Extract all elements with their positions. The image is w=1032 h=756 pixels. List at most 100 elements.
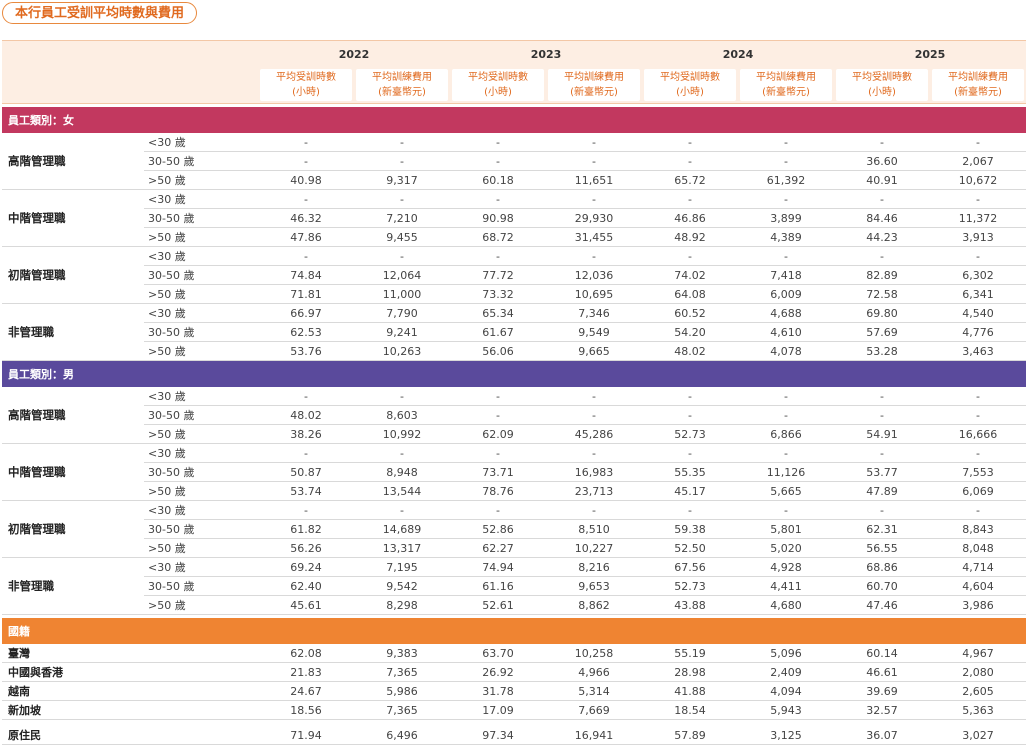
metric-unit-line: (小時)	[292, 87, 320, 98]
value-cell: -	[258, 443, 354, 463]
value-cell: 4,540	[930, 303, 1026, 323]
value-cell: -	[546, 246, 642, 266]
value-cell: 7,418	[738, 265, 834, 285]
value-cell: 23,713	[546, 481, 642, 501]
value-cell: -	[546, 189, 642, 209]
value-cell: -	[834, 405, 930, 425]
value-cell: 4,411	[738, 576, 834, 596]
avg-hours-header: 平均受訓時數 (小時)	[450, 67, 546, 104]
value-cell: 16,941	[546, 726, 642, 745]
value-cell: -	[354, 387, 450, 406]
value-cell: -	[546, 500, 642, 520]
value-cell: 6,341	[930, 284, 1026, 304]
value-cell: 46.61	[834, 662, 930, 682]
year-header: 2023	[450, 40, 642, 67]
group-name: 高階管理職	[2, 133, 144, 190]
value-cell: 62.53	[258, 322, 354, 342]
value-cell: 97.34	[450, 726, 546, 745]
value-cell: 7,365	[354, 662, 450, 682]
table-row: 非管理職 <30 歲 69.24 7,195 74.94 8,216 67.56 4,928 6…	[2, 557, 1026, 615]
metric-label: 平均受訓時數 (小時)	[836, 69, 928, 101]
value-cell: 2,080	[930, 662, 1026, 682]
value-cell: 53.76	[258, 341, 354, 361]
value-cell: 8,948	[354, 462, 450, 482]
age-band: <30 歲	[144, 443, 258, 463]
value-cell: 53.77	[834, 462, 930, 482]
value-cell: 5,665	[738, 481, 834, 501]
value-cell: -	[450, 387, 546, 406]
value-cell: 32.57	[834, 700, 930, 720]
value-cell: 47.46	[834, 595, 930, 615]
table-row: >50 歲 45.61 8,298 52.61 8,862 43.88 4,680 47.46…	[2, 595, 1026, 615]
value-cell: 50.87	[258, 462, 354, 482]
value-cell: -	[834, 443, 930, 463]
age-band: <30 歲	[144, 303, 258, 323]
age-band: 30-50 歲	[144, 405, 258, 425]
value-cell: 47.86	[258, 227, 354, 247]
value-cell: 9,455	[354, 227, 450, 247]
value-cell: 56.55	[834, 538, 930, 558]
value-cell: 3,027	[930, 726, 1026, 745]
value-cell: 45,286	[546, 424, 642, 444]
nationality-name: 中國與香港	[2, 662, 258, 682]
value-cell: 48.02	[258, 405, 354, 425]
value-cell: 63.70	[450, 644, 546, 663]
age-band: >50 歲	[144, 595, 258, 615]
table-row: >50 歲 56.26 13,317 62.27 10,227 52.50 5,020 56.…	[2, 538, 1026, 558]
table-row: 30-50 歲 - - - - - -36.60 2,067	[2, 151, 1026, 171]
value-cell: -	[354, 133, 450, 152]
value-cell: 6,069	[930, 481, 1026, 501]
value-cell: 45.61	[258, 595, 354, 615]
value-cell: -	[354, 246, 450, 266]
group-name: 初階管理職	[2, 246, 144, 304]
value-cell: 71.81	[258, 284, 354, 304]
value-cell: -	[834, 387, 930, 406]
value-cell: -	[642, 500, 738, 520]
value-cell: 90.98	[450, 208, 546, 228]
avg-cost-header: 平均訓練費用 (新臺幣元)	[738, 67, 834, 104]
avg-hours-header: 平均受訓時數 (小時)	[834, 67, 930, 104]
value-cell: 2,067	[930, 151, 1026, 171]
metric-label-line: 平均受訓時數	[276, 72, 336, 83]
value-cell: 48.02	[642, 341, 738, 361]
age-band: <30 歲	[144, 246, 258, 266]
value-cell: 12,036	[546, 265, 642, 285]
value-cell: 7,790	[354, 303, 450, 323]
value-cell: 77.72	[450, 265, 546, 285]
value-cell: 26.92	[450, 662, 546, 682]
table-row: 中階管理職 <30 歲--------	[2, 189, 1026, 247]
table-row: 30-50 歲 62.53 9,241 61.67 9,549 54.20 4,610 57.…	[2, 322, 1026, 342]
age-band: 30-50 歲	[144, 208, 258, 228]
age-band: >50 歲	[144, 538, 258, 558]
group-name: 中階管理職	[2, 189, 144, 247]
metric-header-row: 平均受訓時數 (小時) 平均訓練費用 (新臺幣元) 平均受訓時數 (小時) 平均訓練費用 (新…	[2, 67, 1026, 104]
value-cell: 4,714	[930, 557, 1026, 577]
group-name: 非管理職	[2, 303, 144, 361]
value-cell: 28.98	[642, 662, 738, 682]
value-cell: -	[642, 151, 738, 171]
value-cell: 53.28	[834, 341, 930, 361]
value-cell: 4,688	[738, 303, 834, 323]
value-cell: 52.61	[450, 595, 546, 615]
value-cell: 62.08	[258, 644, 354, 663]
value-cell: 11,000	[354, 284, 450, 304]
avg-cost-header: 平均訓練費用 (新臺幣元)	[354, 67, 450, 104]
metric-unit-line: (新臺幣元)	[378, 87, 426, 98]
value-cell: 9,383	[354, 644, 450, 663]
value-cell: 39.69	[834, 681, 930, 701]
age-band: <30 歲	[144, 500, 258, 520]
value-cell: 60.52	[642, 303, 738, 323]
value-cell: 17.09	[450, 700, 546, 720]
value-cell: 6,866	[738, 424, 834, 444]
value-cell: -	[258, 133, 354, 152]
value-cell: 18.54	[642, 700, 738, 720]
value-cell: -	[258, 151, 354, 171]
nationality-row: 中國與香港 21.83 7,365 26.92 4,966 28.98 2,409 46.61…	[2, 662, 1026, 682]
value-cell: 2,605	[930, 681, 1026, 701]
value-cell: 21.83	[258, 662, 354, 682]
value-cell: -	[738, 405, 834, 425]
value-cell: 62.31	[834, 519, 930, 539]
value-cell: 59.38	[642, 519, 738, 539]
value-cell: 8,048	[930, 538, 1026, 558]
value-cell: -	[258, 246, 354, 266]
